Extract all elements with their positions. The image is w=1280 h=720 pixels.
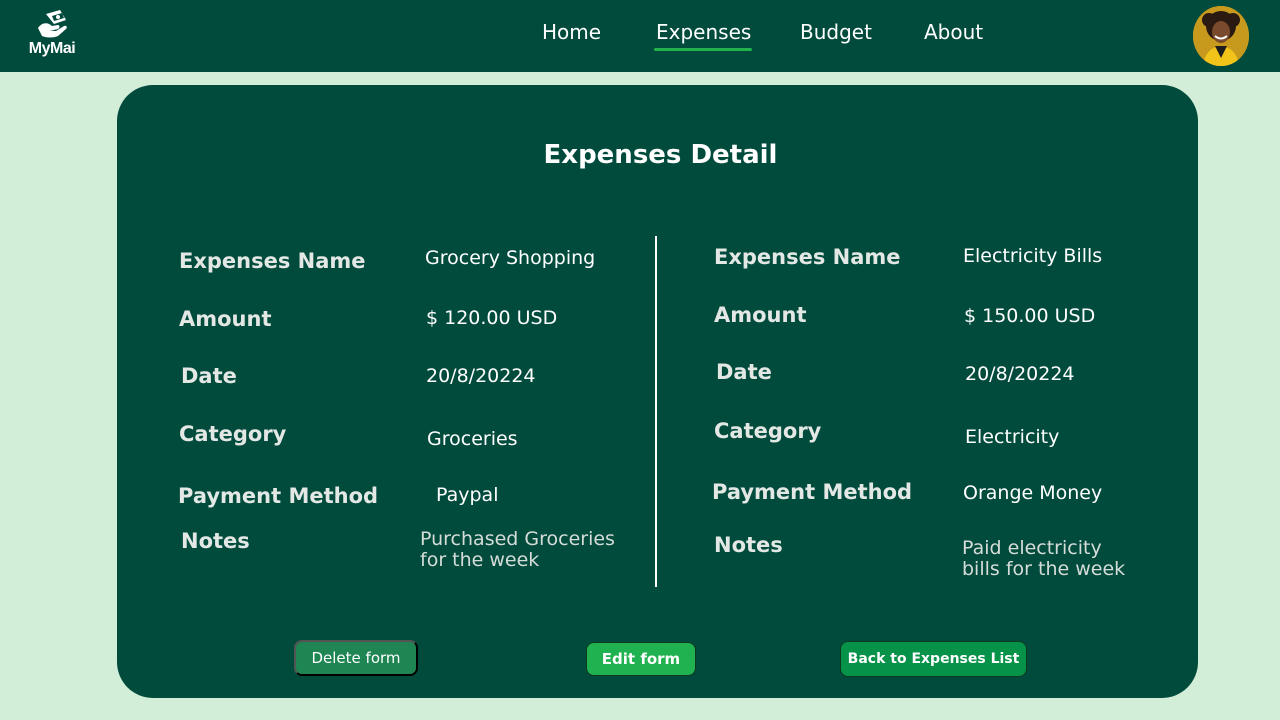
brand-name: MyMai: [28, 40, 76, 57]
right-date-label: Date: [716, 360, 772, 384]
left-name-label: Expenses Name: [179, 249, 366, 273]
right-amount-label: Amount: [714, 303, 807, 327]
left-notes-line2: for the week: [420, 549, 540, 571]
money-hand-icon: [38, 10, 67, 38]
right-notes-line1: Paid electricity: [962, 537, 1102, 559]
left-amount-value: $ 120.00 USD: [426, 307, 558, 329]
column-divider: [655, 236, 657, 587]
top-navbar: MyMai Home Expenses Budget About: [0, 0, 1280, 72]
delete-form-button[interactable]: Delete form: [294, 640, 418, 676]
right-category-value: Electricity: [965, 426, 1060, 448]
left-payment-value: Paypal: [436, 484, 499, 506]
right-date-value: 20/8/20224: [965, 363, 1075, 385]
user-avatar-icon: [1193, 6, 1249, 66]
left-date-value: 20/8/20224: [426, 365, 536, 387]
right-payment-label: Payment Method: [712, 480, 913, 504]
nav-budget[interactable]: Budget: [800, 20, 872, 44]
user-avatar[interactable]: [1193, 6, 1249, 66]
page-title: Expenses Detail: [543, 140, 778, 170]
left-category-value: Groceries: [427, 428, 518, 450]
left-notes-line1: Purchased Groceries: [420, 528, 615, 550]
right-notes-value: Paid electricity bills for the week: [962, 538, 1202, 580]
left-payment-label: Payment Method: [178, 484, 379, 508]
brand-logo[interactable]: MyMai: [24, 10, 80, 62]
nav-about[interactable]: About: [924, 20, 983, 44]
right-name-label: Expenses Name: [714, 245, 901, 269]
right-notes-label: Notes: [714, 533, 783, 557]
right-notes-line2: bills for the week: [962, 558, 1126, 580]
edit-form-button[interactable]: Edit form: [586, 642, 696, 676]
nav-expenses[interactable]: Expenses: [656, 20, 751, 44]
right-category-label: Category: [714, 419, 822, 443]
expense-detail-card: [117, 85, 1198, 698]
left-category-label: Category: [179, 422, 287, 446]
left-notes-label: Notes: [181, 529, 250, 553]
nav-active-indicator: [654, 48, 752, 51]
left-amount-label: Amount: [179, 307, 272, 331]
left-notes-value: Purchased Groceries for the week: [420, 529, 660, 571]
right-amount-value: $ 150.00 USD: [964, 305, 1096, 327]
right-name-value: Electricity Bills: [963, 245, 1103, 267]
back-to-expenses-list-button[interactable]: Back to Expenses List: [840, 641, 1027, 677]
left-date-label: Date: [181, 364, 237, 388]
nav-home[interactable]: Home: [542, 20, 601, 44]
right-payment-value: Orange Money: [963, 482, 1103, 504]
left-name-value: Grocery Shopping: [425, 247, 596, 269]
